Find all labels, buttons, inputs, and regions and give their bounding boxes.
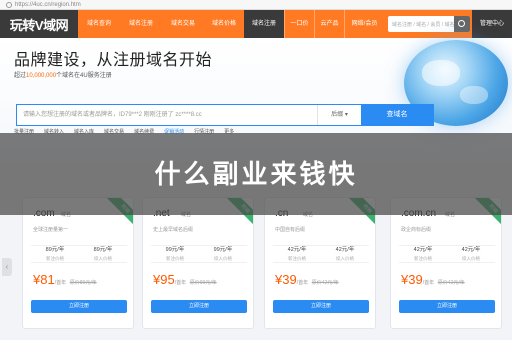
register-button[interactable]: 立即注册 xyxy=(151,300,247,313)
search-domain-button[interactable]: 查域名 xyxy=(361,105,433,125)
price-new-label: 新注价格 xyxy=(414,256,432,261)
card-feature: 中国自有后缀 xyxy=(275,227,306,233)
domain-card-com-cn: .com.cn 域名 热销 政企商标后缀 42元/年新注价格 42元/年续入价格… xyxy=(390,197,502,329)
price-renew-label: 续入价格 xyxy=(214,256,232,261)
sale-price: ¥39 xyxy=(275,272,297,287)
register-button[interactable]: 立即注册 xyxy=(273,300,369,313)
price-renew-label: 续入价格 xyxy=(462,256,480,261)
price-renew-label: 续入价格 xyxy=(336,256,354,261)
suffix-select-value: 后缀 xyxy=(331,112,344,118)
price-renew: 89元/年 xyxy=(93,247,113,253)
nav-item-cloud[interactable]: 云产品 xyxy=(314,10,344,38)
subtitle-suffix: 个域名在4U服务注册 xyxy=(56,73,112,79)
page-title: 品牌建设，从注册域名开始 xyxy=(14,52,213,69)
overlay-headline: 什么副业来钱快 xyxy=(154,159,358,189)
nav-item-member[interactable]: 网络/会员 xyxy=(344,10,384,38)
card-prices: 99元/年新注价格 99元/年续入价格 xyxy=(151,245,247,263)
site-logo[interactable]: 玩转V域网 xyxy=(0,10,78,38)
price-renew: 42元/年 xyxy=(461,247,481,253)
nav-item-domain-register[interactable]: 域名注册 xyxy=(120,10,162,38)
search-icon[interactable] xyxy=(454,16,470,32)
info-icon xyxy=(6,1,12,8)
card-sale-price: ¥81/首年 原价89元/年 xyxy=(33,272,97,287)
price-renew-label: 续入价格 xyxy=(94,256,112,261)
card-feature: 政企商标后缀 xyxy=(401,227,432,233)
chevron-left-icon[interactable]: ‹ xyxy=(2,258,12,276)
card-feature: 全球注册量第一 xyxy=(33,227,69,233)
price-new: 42元/年 xyxy=(413,247,433,253)
domain-cards: .com 域名 热销 全球注册量第一 89元/年新注价格 89元/年续入价格 ¥… xyxy=(0,197,512,340)
register-button[interactable]: 立即注册 xyxy=(31,300,127,313)
page: https://4uc.cn/region.htm 玩转V域网 域名查询 域名注… xyxy=(0,0,512,340)
price-new: 89元/年 xyxy=(45,247,65,253)
price-new: 99元/年 xyxy=(165,247,185,253)
subtitle-prefix: 超过 xyxy=(14,73,27,79)
nav-item-domain-register-active[interactable]: 域名注册 xyxy=(244,10,284,38)
sale-unit: /首年 xyxy=(422,280,435,286)
subtitle-count: 10,000,000 xyxy=(26,73,57,79)
nav-item-domain-search[interactable]: 域名查询 xyxy=(78,10,120,38)
price-renew: 42元/年 xyxy=(335,247,355,253)
price-new: 42元/年 xyxy=(287,247,307,253)
original-price: 原价89元/年 xyxy=(69,280,97,286)
card-prices: 89元/年新注价格 89元/年续入价格 xyxy=(31,245,127,263)
register-button[interactable]: 立即注册 xyxy=(399,300,495,313)
original-price: 原价99元/年 xyxy=(189,280,217,286)
card-sale-price: ¥39/首年 原价42元/年 xyxy=(275,272,339,287)
price-new-label: 新注价格 xyxy=(288,256,306,261)
sale-unit: /首年 xyxy=(296,280,309,286)
domain-search-bar: 请输入您想注册的域名或者品牌名，ID79***2 刚刚注册了 zc****8.c… xyxy=(16,104,434,126)
nav-item-fixed-price[interactable]: 一口价 xyxy=(284,10,314,38)
domain-card-cn: .cn 域名 热销 中国自有后缀 42元/年新注价格 42元/年续入价格 ¥39… xyxy=(264,197,376,329)
nav-item-domain-trade[interactable]: 域名交易 xyxy=(162,10,204,38)
card-prices: 42元/年新注价格 42元/年续入价格 xyxy=(273,245,369,263)
domain-search-input[interactable]: 请输入您想注册的域名或者品牌名，ID79***2 刚刚注册了 zc****8.c… xyxy=(17,105,317,125)
card-prices: 42元/年新注价格 42元/年续入价格 xyxy=(399,245,495,263)
url-text: https://4uc.cn/region.htm xyxy=(15,1,81,8)
nav-admin-center[interactable]: 管理中心 xyxy=(472,10,512,38)
hero-subtitle: 超过10,000,000个域名在4U服务注册 xyxy=(14,70,112,79)
sale-unit: /首年 xyxy=(54,280,67,286)
card-sale-price: ¥95/首年 原价99元/年 xyxy=(153,272,217,287)
nav-search-input[interactable]: 域名注册 / 域名 / 会员 / 域名价格 xyxy=(388,16,470,32)
sale-price: ¥39 xyxy=(401,272,423,287)
browser-address-bar[interactable]: https://4uc.cn/region.htm xyxy=(0,0,512,10)
card-feature: 史上最早域名后缀 xyxy=(153,227,194,233)
price-renew: 99元/年 xyxy=(213,247,233,253)
sale-price: ¥95 xyxy=(153,272,175,287)
original-price: 原价42元/年 xyxy=(311,280,339,286)
top-nav: 玩转V域网 域名查询 域名注册 域名交易 域名价格 域名注册 一口价 云产品 网… xyxy=(0,10,512,38)
suffix-select[interactable]: 后缀 ▾ xyxy=(317,105,361,125)
domain-card-net: .net 域名 热销 史上最早域名后缀 99元/年新注价格 99元/年续入价格 … xyxy=(142,197,254,329)
sale-unit: /首年 xyxy=(174,280,187,286)
price-new-label: 新注价格 xyxy=(46,256,64,261)
sale-price: ¥81 xyxy=(33,272,55,287)
original-price: 原价42元/年 xyxy=(437,280,465,286)
nav-item-domain-price[interactable]: 域名价格 xyxy=(204,10,244,38)
price-new-label: 新注价格 xyxy=(166,256,184,261)
card-sale-price: ¥39/首年 原价42元/年 xyxy=(401,272,465,287)
domain-card-com: .com 域名 热销 全球注册量第一 89元/年新注价格 89元/年续入价格 ¥… xyxy=(22,197,134,329)
